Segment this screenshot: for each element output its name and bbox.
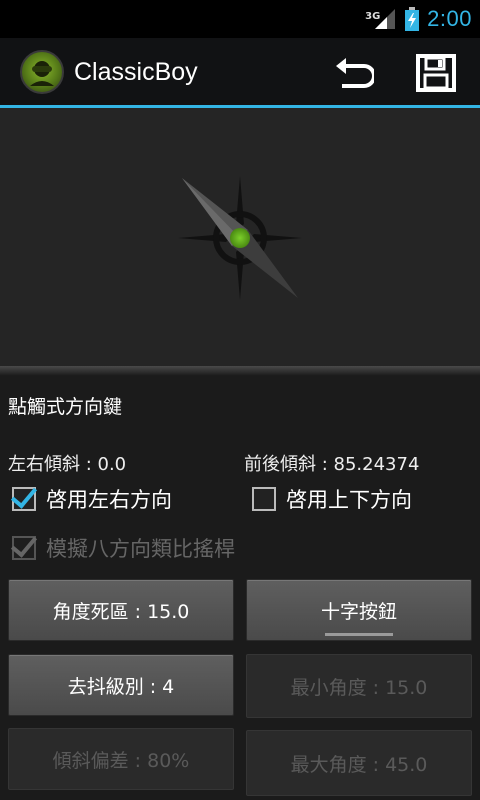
- eight-way-label: 模擬八方向類比搖桿: [46, 537, 235, 561]
- save-icon[interactable]: [416, 54, 458, 92]
- eight-way-checkbox: 模擬八方向類比搖桿: [12, 533, 235, 563]
- toggle-indicator: [325, 633, 393, 636]
- settings-panel: 點觸式方向鍵 左右傾斜 : 0.0 前後傾斜 : 85.24374 啓用左右方向…: [0, 376, 480, 800]
- undo-icon[interactable]: [334, 56, 376, 90]
- lr-tilt-value: 左右傾斜 : 0.0: [8, 454, 127, 475]
- preview-divider: [0, 366, 480, 376]
- app-icon[interactable]: [20, 50, 64, 94]
- signal-icon: 3G: [365, 7, 397, 31]
- app-title: ClassicBoy: [74, 58, 198, 86]
- dead-zone-button[interactable]: 角度死區 : 15.0: [8, 579, 234, 641]
- section-title: 點觸式方向鍵: [8, 396, 123, 418]
- checkbox-unchecked-icon[interactable]: [252, 487, 276, 511]
- checkbox-checked-icon[interactable]: [12, 487, 36, 511]
- enable-ud-label: 啓用上下方向: [286, 488, 412, 512]
- max-angle-button: 最大角度 : 45.0: [246, 730, 472, 796]
- min-angle-button: 最小角度 : 15.0: [246, 654, 472, 718]
- enable-lr-label: 啓用左右方向: [46, 488, 172, 512]
- debounce-button[interactable]: 去抖級別 : 4: [8, 654, 234, 716]
- status-bar: 3G 2:00: [0, 0, 480, 38]
- clock: 2:00: [427, 6, 472, 31]
- dpad-preview-area[interactable]: [0, 108, 480, 370]
- tilt-offset-label: 傾斜偏差 : 80%: [52, 749, 190, 772]
- status-icons: 3G 2:00: [365, 0, 472, 38]
- network-type-label: 3G: [365, 11, 381, 22]
- cross-button-toggle[interactable]: 十字按鈕: [246, 579, 472, 641]
- tilt-offset-button: 傾斜偏差 : 80%: [8, 728, 234, 790]
- enable-lr-checkbox[interactable]: 啓用左右方向: [12, 484, 172, 514]
- cross-button-label: 十字按鈕: [320, 600, 397, 623]
- min-angle-label: 最小角度 : 15.0: [290, 676, 428, 699]
- compass-joystick-icon[interactable]: [168, 166, 312, 310]
- battery-charging-icon: [405, 7, 420, 31]
- dead-zone-label: 角度死區 : 15.0: [52, 600, 190, 623]
- action-bar: ClassicBoy: [0, 38, 480, 106]
- checkbox-checked-icon: [12, 536, 36, 560]
- debounce-label: 去抖級別 : 4: [67, 675, 175, 698]
- max-angle-label: 最大角度 : 45.0: [290, 753, 428, 776]
- fb-tilt-value: 前後傾斜 : 85.24374: [244, 454, 420, 475]
- enable-ud-checkbox[interactable]: 啓用上下方向: [252, 484, 412, 514]
